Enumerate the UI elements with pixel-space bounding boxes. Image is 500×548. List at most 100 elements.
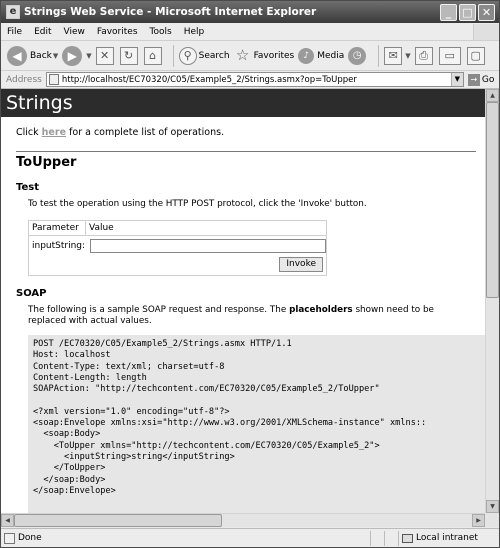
horizontal-scrollbar[interactable]: ◀ ▶ — [1, 513, 485, 527]
home-button[interactable]: ⌂ — [143, 46, 164, 65]
status-bar: Done Local intranet — [1, 528, 499, 547]
go-arrow-icon: → — [467, 73, 480, 86]
page-content: Strings Click here for a complete list o… — [1, 89, 485, 513]
toolbar: ◀ Back ▼ ▶ ▼ ✕ ↻ ⌂ ⚲ Search ☆ Favorites … — [1, 41, 499, 71]
vertical-scrollbar[interactable]: ▲ ▼ — [485, 89, 499, 513]
address-dropdown-icon[interactable]: ▼ — [450, 73, 463, 86]
param-row: inputString: — [29, 236, 326, 256]
close-button[interactable]: ✕ — [478, 3, 495, 21]
address-label: Address — [6, 74, 42, 85]
edit-button[interactable]: ▭ — [438, 46, 463, 65]
favorites-label: Favorites — [253, 50, 295, 61]
lead-text-before: Click — [16, 127, 42, 138]
scroll-up-icon[interactable]: ▲ — [486, 89, 499, 102]
dropdown-arrow-icon: ▼ — [52, 51, 59, 60]
soap-description: The following is a sample SOAP request a… — [28, 305, 468, 327]
operations-link[interactable]: here — [42, 127, 66, 138]
test-form: Parameter Value inputString: Invoke — [28, 220, 327, 276]
discuss-button[interactable]: ▢ — [466, 46, 487, 65]
test-description: To test the operation using the HTTP POS… — [28, 199, 367, 209]
button-row: Invoke — [29, 256, 326, 275]
forward-arrow-icon: ▶ — [62, 45, 83, 66]
search-label: Search — [198, 50, 230, 61]
address-bar: Address http://localhost/EC70320/C05/Exa… — [1, 71, 499, 89]
param-column-header: Parameter — [29, 221, 86, 235]
search-button[interactable]: ⚲ Search — [178, 46, 230, 65]
menu-bar: File Edit View Favorites Tools Help — [1, 23, 499, 41]
inputstring-field[interactable] — [90, 239, 326, 253]
stop-icon: ✕ — [95, 46, 114, 65]
page-done-icon — [4, 532, 15, 544]
back-arrow-icon: ◀ — [7, 45, 27, 66]
stop-button[interactable]: ✕ — [95, 46, 116, 65]
history-button[interactable]: ◷ — [348, 46, 369, 65]
operation-title: ToUpper — [16, 155, 77, 170]
divider — [16, 151, 476, 152]
vertical-scroll-thumb[interactable] — [486, 102, 499, 298]
dropdown-arrow-icon: ▼ — [405, 51, 411, 60]
star-icon: ☆ — [235, 45, 250, 64]
ie-icon: e — [6, 5, 20, 19]
dropdown-arrow-icon: ▼ — [86, 51, 92, 60]
invoke-button[interactable]: Invoke — [279, 257, 323, 272]
media-button[interactable]: ♪ Media — [298, 47, 345, 64]
go-label: Go — [481, 74, 495, 85]
soap-request-code: POST /EC70320/C05/Example5_2/Strings.asm… — [28, 335, 485, 513]
browser-window: e Strings Web Service - Microsoft Intern… — [0, 0, 500, 548]
zone-label: Local intranet — [416, 533, 478, 543]
print-icon: ⎙ — [414, 46, 433, 65]
refresh-button[interactable]: ↻ — [119, 46, 140, 65]
param-label: inputString: — [32, 241, 86, 251]
soap-desc-bold: placeholders — [289, 305, 353, 315]
status-text: Done — [18, 533, 42, 543]
favorites-button[interactable]: ☆ Favorites — [234, 45, 295, 65]
status-pane — [384, 530, 398, 546]
search-icon: ⚲ — [178, 46, 197, 65]
scrollbar-corner — [485, 513, 499, 527]
value-column-header: Value — [89, 223, 114, 233]
soap-desc-before: The following is a sample SOAP request a… — [28, 305, 290, 315]
param-table-header: Parameter Value — [29, 221, 326, 236]
back-button[interactable]: ◀ Back ▼ — [7, 45, 59, 66]
menu-tools[interactable]: Tools — [144, 27, 178, 37]
security-zone: Local intranet — [398, 530, 478, 546]
menu-edit[interactable]: Edit — [28, 27, 57, 37]
intranet-icon — [402, 533, 413, 543]
page-icon — [48, 74, 59, 85]
menu-favorites[interactable]: Favorites — [91, 27, 144, 37]
title-bar[interactable]: e Strings Web Service - Microsoft Intern… — [1, 1, 499, 23]
scroll-left-icon[interactable]: ◀ — [1, 514, 14, 527]
soap-heading: SOAP — [16, 288, 47, 299]
refresh-icon: ↻ — [119, 46, 138, 65]
lead-text-after: for a complete list of operations. — [66, 127, 225, 138]
menu-file[interactable]: File — [1, 27, 28, 37]
menu-view[interactable]: View — [58, 27, 91, 37]
back-label: Back — [30, 50, 52, 61]
page-heading: Strings — [1, 89, 485, 117]
forward-button[interactable]: ▶ ▼ — [62, 45, 92, 66]
minimize-button[interactable]: _ — [440, 3, 457, 21]
go-button[interactable]: → Go — [467, 73, 495, 86]
address-input[interactable]: http://localhost/EC70320/C05/Example5_2/… — [45, 72, 464, 87]
home-icon: ⌂ — [143, 46, 162, 65]
toolbar-separator — [378, 44, 380, 67]
status-pane — [370, 530, 384, 546]
windows-logo-icon — [473, 23, 499, 40]
media-label: Media — [317, 50, 345, 61]
address-url: http://localhost/EC70320/C05/Example5_2/… — [61, 74, 357, 85]
test-heading: Test — [16, 182, 40, 193]
maximize-button[interactable]: □ — [459, 3, 476, 21]
history-icon: ◷ — [348, 46, 367, 65]
window-title: Strings Web Service - Microsoft Internet… — [24, 6, 317, 18]
media-icon: ♪ — [298, 47, 315, 64]
menu-help[interactable]: Help — [178, 27, 211, 37]
mail-button[interactable]: ✉ ▼ — [384, 46, 411, 65]
print-button[interactable]: ⎙ — [414, 46, 435, 65]
mail-icon: ✉ — [384, 46, 403, 65]
scroll-right-icon[interactable]: ▶ — [472, 514, 485, 527]
scroll-down-icon[interactable]: ▼ — [486, 500, 499, 513]
operations-link-text: Click here for a complete list of operat… — [16, 127, 485, 138]
horizontal-scroll-thumb[interactable] — [14, 514, 222, 527]
toolbar-separator — [172, 44, 174, 67]
edit-page-icon: ▭ — [438, 46, 461, 65]
